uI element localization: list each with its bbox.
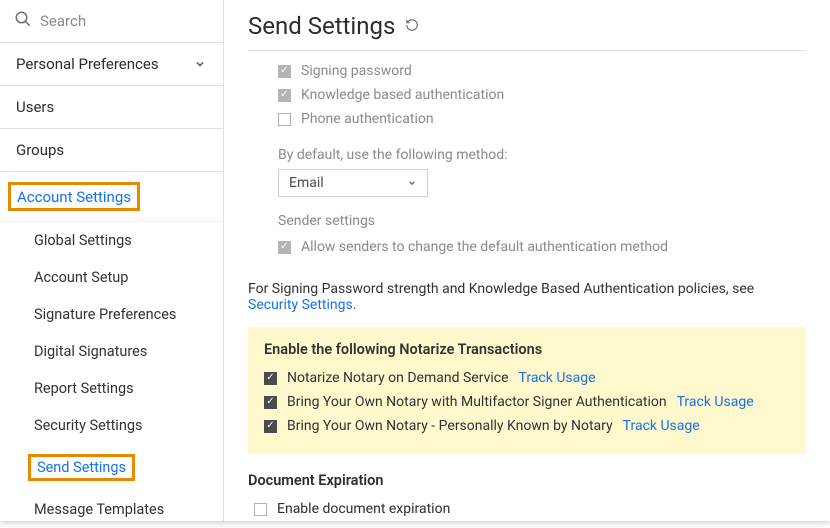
policies-paragraph: For Signing Password strength and Knowle…	[248, 281, 806, 313]
checkbox-phone-auth[interactable]: Phone authentication	[278, 107, 806, 131]
sidebar-item-label: Send Settings	[37, 459, 126, 476]
sidebar-item-digital-signatures[interactable]: Digital Signatures	[0, 333, 223, 370]
sidebar-item-label: Signature Preferences	[34, 306, 176, 323]
sidebar-item-label: Users	[16, 98, 54, 116]
checkbox-enable-doc-expiration[interactable]: Enable document expiration	[248, 497, 806, 521]
checkbox-allow-senders[interactable]: Allow senders to change the default auth…	[278, 235, 806, 259]
track-usage-link[interactable]: Track Usage	[677, 394, 754, 410]
checkbox-icon	[264, 420, 277, 433]
checkbox-label: Signing password	[301, 63, 412, 79]
checkbox-label: Allow senders to change the default auth…	[301, 239, 668, 255]
sidebar-item-label: Global Settings	[34, 232, 132, 249]
policies-text: For Signing Password strength and Knowle…	[248, 281, 754, 297]
sidebar-item-label: Message Templates	[34, 501, 164, 518]
chevron-down-icon	[407, 178, 417, 188]
checkbox-label: Knowledge based authentication	[301, 87, 504, 103]
checkbox-icon	[264, 372, 277, 385]
checkbox-label: Phone authentication	[301, 111, 434, 127]
page-title: Send Settings	[248, 12, 395, 40]
checkbox-byo-notary-mfa[interactable]: Bring Your Own Notary with Multifactor S…	[264, 390, 790, 414]
sidebar-item-users[interactable]: Users	[0, 86, 223, 129]
checkbox-icon	[278, 241, 291, 254]
sidebar-item-label: Account Settings	[17, 188, 131, 206]
sender-settings-label: Sender settings	[278, 213, 806, 229]
refresh-icon[interactable]	[405, 17, 419, 36]
track-usage-link[interactable]: Track Usage	[519, 370, 596, 386]
notarize-title: Enable the following Notarize Transactio…	[264, 341, 790, 358]
sidebar-item-label: Groups	[16, 141, 64, 159]
checkbox-icon	[264, 396, 277, 409]
sidebar-item-label: Digital Signatures	[34, 343, 147, 360]
sidebar-item-account-settings[interactable]: Account Settings	[0, 172, 223, 222]
search-input[interactable]: Search	[0, 0, 223, 43]
highlight-box: Account Settings	[8, 182, 140, 211]
checkbox-label: Enable document expiration	[277, 501, 450, 517]
highlight-box: Send Settings	[28, 454, 135, 481]
sidebar-item-label: Account Setup	[34, 269, 128, 286]
checkbox-label: Notarize Notary on Demand Service	[287, 370, 509, 386]
select-value: Email	[289, 175, 324, 191]
sidebar-item-groups[interactable]: Groups	[0, 129, 223, 172]
default-method-label: By default, use the following method:	[278, 147, 806, 163]
track-usage-link[interactable]: Track Usage	[623, 418, 700, 434]
sidebar-item-label: Security Settings	[34, 417, 142, 434]
main-content: Send Settings Signing password Knowledge…	[224, 0, 830, 521]
account-settings-subitems: Global Settings Account Setup Signature …	[0, 222, 223, 528]
sidebar-item-signature-preferences[interactable]: Signature Preferences	[0, 296, 223, 333]
notarize-transactions-block: Enable the following Notarize Transactio…	[248, 327, 806, 454]
auth-methods-section: Signing password Knowledge based authent…	[248, 59, 806, 259]
checkbox-icon	[278, 89, 291, 102]
sidebar-item-personal-preferences[interactable]: Personal Preferences	[0, 43, 223, 86]
sidebar-item-security-settings[interactable]: Security Settings	[0, 407, 223, 444]
sidebar-item-global-settings[interactable]: Global Settings	[0, 222, 223, 259]
sidebar-item-send-settings[interactable]: Send Settings	[0, 444, 223, 491]
sidebar-item-label: Personal Preferences	[16, 55, 159, 73]
checkbox-byo-notary-personal[interactable]: Bring Your Own Notary - Personally Known…	[264, 414, 790, 438]
page-title-row: Send Settings	[248, 8, 806, 51]
checkbox-icon	[254, 503, 267, 516]
chevron-down-icon	[193, 57, 207, 71]
checkbox-kba[interactable]: Knowledge based authentication	[278, 83, 806, 107]
document-expiration-title: Document Expiration	[248, 472, 806, 489]
sidebar: Search Personal Preferences Users Groups…	[0, 0, 224, 521]
checkbox-signing-password[interactable]: Signing password	[278, 59, 806, 83]
checkbox-icon	[278, 65, 291, 78]
checkbox-icon	[278, 113, 291, 126]
sidebar-item-account-setup[interactable]: Account Setup	[0, 259, 223, 296]
document-expiration-section: Document Expiration Enable document expi…	[248, 472, 806, 521]
sidebar-item-message-templates[interactable]: Message Templates	[0, 491, 223, 528]
security-settings-link[interactable]: Security Settings	[248, 297, 353, 313]
default-method-select[interactable]: Email	[278, 169, 428, 197]
checkbox-label: Bring Your Own Notary - Personally Known…	[287, 418, 613, 434]
search-icon	[14, 10, 32, 32]
search-placeholder: Search	[40, 12, 86, 30]
sidebar-item-label: Report Settings	[34, 380, 134, 397]
checkbox-notarize-on-demand[interactable]: Notarize Notary on Demand Service Track …	[264, 366, 790, 390]
sidebar-item-report-settings[interactable]: Report Settings	[0, 370, 223, 407]
checkbox-label: Bring Your Own Notary with Multifactor S…	[287, 394, 667, 410]
